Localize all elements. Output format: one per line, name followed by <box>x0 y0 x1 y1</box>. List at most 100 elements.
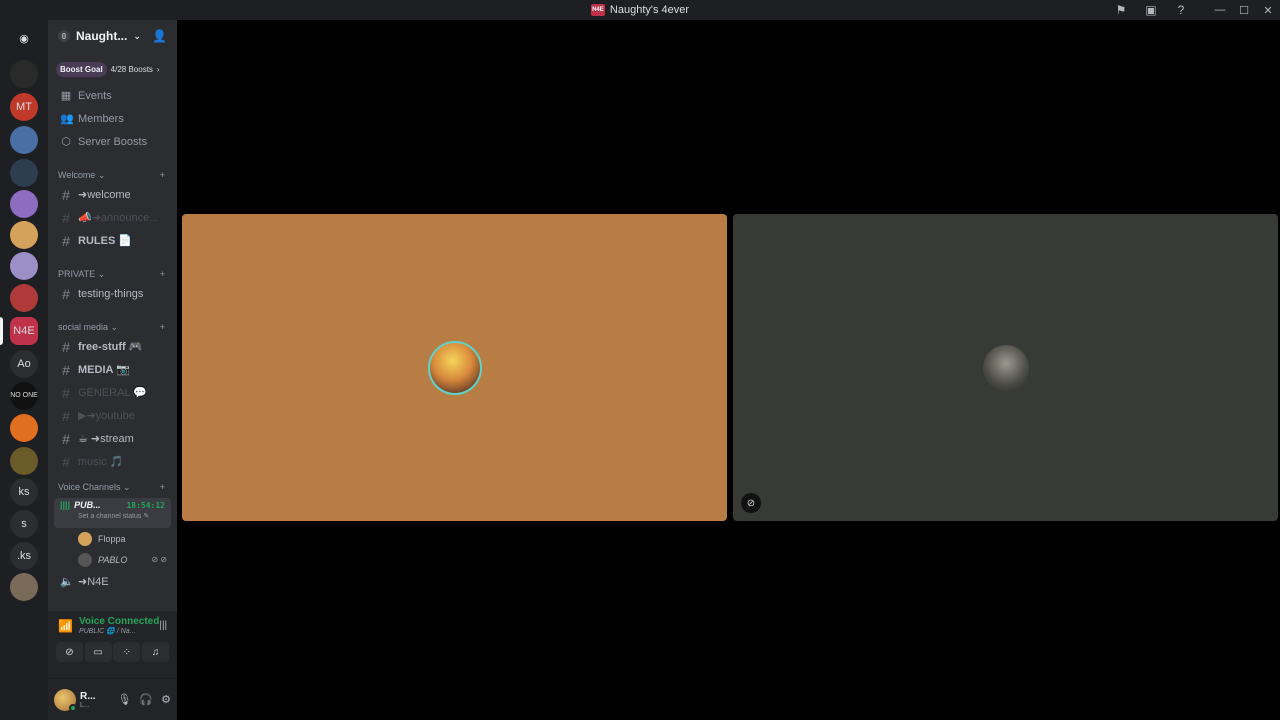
server-icon[interactable] <box>10 221 38 249</box>
server-icon[interactable] <box>10 60 38 88</box>
hashtag-icon: # <box>62 232 70 249</box>
activities-button[interactable]: ⁘ <box>113 642 141 662</box>
channel-label: ☕ ➜stream <box>78 433 134 445</box>
minimize-button[interactable]: — <box>1208 0 1232 20</box>
help-icon[interactable]: ? <box>1166 0 1196 20</box>
channel-status[interactable]: Set a channel status ✎ <box>60 512 165 520</box>
text-channel[interactable]: # music 🎵 <box>48 450 177 473</box>
hashtag-icon: # <box>62 361 70 378</box>
server-icon[interactable] <box>10 284 38 312</box>
server-icon[interactable]: .ks <box>10 542 38 570</box>
chevron-down-icon: ⌄ <box>133 30 141 41</box>
avatar <box>78 552 92 567</box>
category-header[interactable]: Welcome ⌄ + <box>48 167 177 183</box>
server-label: NO ONE <box>10 392 38 399</box>
text-channel[interactable]: # 📣➜announce... <box>48 206 177 229</box>
server-icon[interactable] <box>10 190 38 218</box>
flag-icon[interactable]: ⚑ <box>1106 0 1136 20</box>
text-channel[interactable]: # GENERAL 💬 <box>48 381 177 404</box>
voice-connected-subtitle[interactable]: PUBLIC 🌐 / Na... <box>79 627 159 635</box>
channel-label: GENERAL 💬 <box>78 387 147 399</box>
category-voice[interactable]: Voice Channels ⌄ + <box>48 479 177 495</box>
voice-user-name: Floppa <box>98 533 126 544</box>
server-icon[interactable]: MT <box>10 93 38 121</box>
add-channel-icon[interactable]: + <box>160 322 165 332</box>
text-channel[interactable]: # testing-things <box>48 282 177 305</box>
noise-suppression-icon[interactable]: ||| <box>159 620 167 631</box>
server-icon[interactable]: ks <box>10 478 38 506</box>
hashtag-icon: # <box>62 209 70 226</box>
channel-label: MEDIA 📷 <box>78 364 130 376</box>
participant-tile-floppa[interactable] <box>182 214 727 521</box>
add-channel-icon[interactable]: + <box>160 269 165 279</box>
username: R... <box>80 690 96 702</box>
server-icon[interactable] <box>10 573 38 601</box>
headphones-icon[interactable]: 🎧 <box>139 693 153 706</box>
boost-progress: 4/28 Boosts <box>110 64 153 74</box>
voice-user[interactable]: PABLO ⊘ ⊘ <box>48 549 177 570</box>
boost-goal-bar[interactable]: Boost Goal 4/28 Boosts › <box>56 60 169 78</box>
server-label: MT <box>16 101 32 113</box>
voice-channel-active[interactable]: |||| PUB... 18:54:12 Set a channel status… <box>54 498 171 528</box>
avatar <box>78 531 92 546</box>
server-icon[interactable]: Ao <box>10 350 38 378</box>
category-label: Welcome <box>58 169 96 180</box>
voice-stage: ⊘ <box>177 20 1280 720</box>
hashtag-icon: # <box>62 384 70 401</box>
text-channel[interactable]: # ➜welcome <box>48 183 177 206</box>
server-icon[interactable]: N4E <box>10 317 38 345</box>
server-label: N4E <box>13 325 35 337</box>
channel-label: 📣➜announce... <box>78 212 159 224</box>
channel-label: ▶➜youtube <box>78 410 135 422</box>
server-logo-icon: N4E <box>590 4 605 16</box>
nav-events[interactable]: ▦ Events <box>48 84 177 107</box>
category-header[interactable]: social media ⌄ + <box>48 319 177 335</box>
camera-off-button[interactable]: ⊘ <box>56 642 83 662</box>
camera-off-icon: ⊘ <box>741 493 761 513</box>
microphone-icon[interactable]: 🎙 <box>117 693 131 706</box>
gear-icon[interactable]: ⚙ <box>161 693 171 706</box>
text-channel[interactable]: # free-stuff 🎮 <box>48 335 177 358</box>
text-channel[interactable]: # ☕ ➜stream <box>48 427 177 450</box>
close-button[interactable]: ✕ <box>1256 0 1280 20</box>
hashtag-icon: # <box>62 186 70 203</box>
hashtag-icon: # <box>62 285 70 302</box>
add-channel-icon[interactable]: + <box>160 482 165 492</box>
server-icon[interactable] <box>10 126 38 154</box>
add-member-icon[interactable]: 👤 <box>152 29 167 43</box>
text-channel[interactable]: # MEDIA 📷 <box>48 358 177 381</box>
participant-tile-pablo[interactable]: ⊘ <box>733 214 1278 521</box>
server-icon[interactable]: s <box>10 510 38 538</box>
voice-user[interactable]: Floppa <box>48 528 177 549</box>
category-header[interactable]: PRIVATE ⌄ + <box>48 266 177 282</box>
maximize-button[interactable]: ☐ <box>1232 0 1256 20</box>
category-label: social media <box>58 321 109 332</box>
participant-avatar <box>427 340 482 395</box>
voice-connected-title: Voice Connected <box>78 616 160 627</box>
channel-label: music 🎵 <box>78 456 124 468</box>
server-icon[interactable] <box>10 447 38 475</box>
text-channel[interactable]: # ▶➜youtube <box>48 404 177 427</box>
add-channel-icon[interactable]: + <box>160 170 165 180</box>
screen-share-button[interactable]: ▭ <box>84 642 112 662</box>
window-title-text: Naughty's 4ever <box>609 4 690 16</box>
hashtag-icon: # <box>62 338 70 355</box>
avatar[interactable] <box>54 688 77 712</box>
soundboard-button[interactable]: ♫ <box>141 642 169 662</box>
nav-server-boosts[interactable]: ⬡ Server Boosts <box>48 130 177 153</box>
nav-members[interactable]: 👥 Members <box>48 107 177 130</box>
inbox-icon[interactable]: ▣ <box>1136 0 1166 20</box>
server-icon[interactable] <box>10 252 38 280</box>
channel-label: free-stuff 🎮 <box>78 341 143 353</box>
server-icon[interactable] <box>10 159 38 187</box>
server-icon[interactable]: NO ONE <box>10 382 38 410</box>
members-icon: 👥 <box>60 113 74 125</box>
voice-channel-n4e[interactable]: 🔈 ➜N4E <box>48 570 177 593</box>
server-icon[interactable] <box>10 414 38 442</box>
channel-label: testing-things <box>78 287 144 300</box>
text-channel[interactable]: # RULES 📄 <box>48 229 177 252</box>
server-header[interactable]: 0 Naught... ⌄ 👤 <box>48 20 177 52</box>
user-info[interactable]: R... L... <box>80 691 96 709</box>
voice-timer: 18:54:12 <box>126 500 165 510</box>
discord-home-icon[interactable]: ◉ <box>10 24 38 52</box>
